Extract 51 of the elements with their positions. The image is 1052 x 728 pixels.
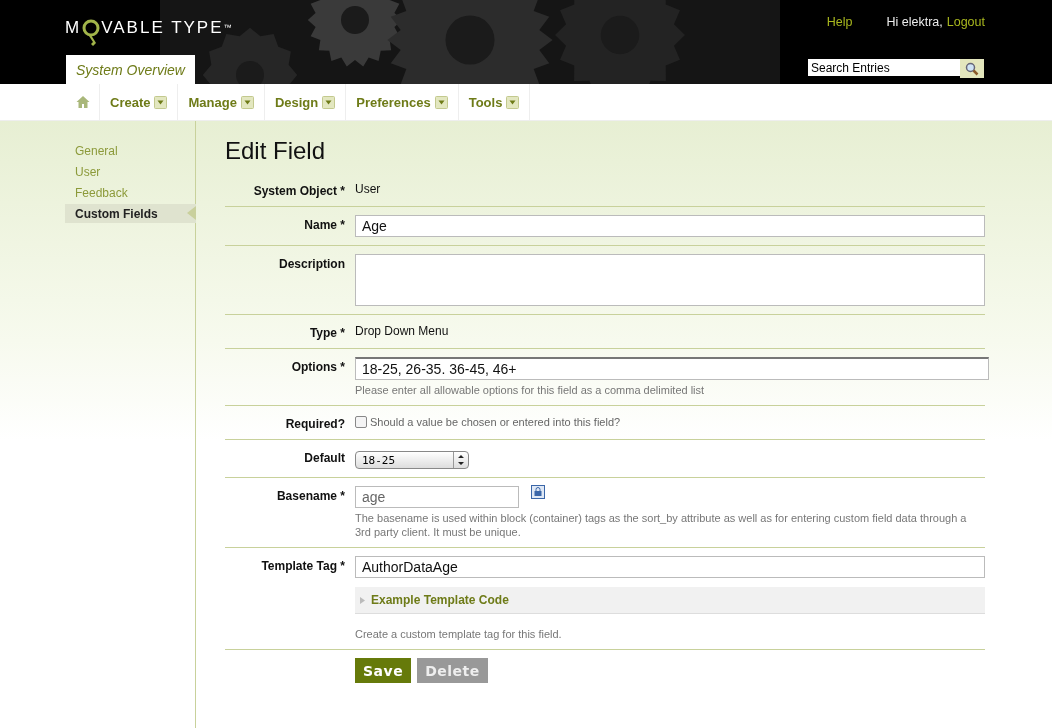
field-label: System Object *	[252, 183, 345, 198]
logo-text: M	[65, 18, 82, 38]
dropdown-icon[interactable]	[506, 95, 520, 109]
greeting-text: Hi elektra,	[886, 15, 943, 29]
basename-field[interactable]: age	[355, 486, 519, 508]
logout-link[interactable]: Logout	[946, 15, 985, 29]
field-value: User	[355, 181, 382, 196]
system-overview-tab[interactable]: System Overview	[66, 55, 195, 84]
trademark-sign: ™	[223, 22, 232, 34]
hint-text: Please enter all allowable options for this field as a comma delimited list	[355, 383, 706, 397]
search-button[interactable]	[960, 59, 984, 78]
text-field[interactable]: 18-25, 26-35. 36-45, 46+	[355, 357, 989, 380]
help-link[interactable]: Help	[826, 15, 853, 29]
field-label: Template Tag *	[260, 558, 345, 575]
nav-menu[interactable]: Design	[264, 84, 347, 120]
checkbox-label: Should a value be chosen or entered into this field?	[370, 416, 621, 428]
field-label: Type *	[308, 325, 345, 340]
field-label: Default	[303, 450, 345, 467]
example-code-expander[interactable]: Example Template Code	[355, 587, 985, 614]
nav-menu[interactable]: Tools	[458, 84, 531, 120]
hint-text: The basename is used within block (container) tags as the sort_by attribute as well as for entering custom field data through a 3rd party client. It must be unique.	[355, 511, 968, 539]
nav-menu[interactable]: Preferences	[346, 84, 459, 120]
save-button[interactable]: Save	[355, 658, 412, 683]
logo-text: VABLE TYPE	[101, 18, 224, 38]
triangle-icon	[359, 596, 366, 604]
text-field[interactable]: Age	[355, 215, 985, 237]
nav-menu[interactable]: Manage	[178, 84, 265, 120]
sidebar-item[interactable]: Feedback	[65, 183, 195, 202]
sidebar-item[interactable]: Custom Fields	[65, 204, 196, 223]
field-label: Name *	[303, 217, 345, 234]
field-value: Drop Down Menu	[355, 323, 450, 338]
default-select[interactable]: 18-25	[355, 451, 469, 469]
field-label: Options *	[290, 359, 345, 376]
hint-text: Create a custom template tag for this field.	[355, 627, 563, 641]
lock-icon[interactable]	[531, 485, 545, 499]
field-label: Description	[278, 256, 345, 273]
dropdown-icon[interactable]	[240, 95, 254, 109]
nav-menu[interactable]: Create	[100, 84, 179, 120]
search-field[interactable]: Search Entries	[808, 59, 960, 76]
checkbox[interactable]	[355, 416, 367, 428]
dropdown-icon[interactable]	[434, 95, 448, 109]
template-tag-field[interactable]: AuthorDataAge	[355, 556, 985, 578]
dropdown-icon[interactable]	[154, 95, 168, 109]
wrench-icon	[82, 19, 101, 47]
field-label: Required?	[284, 416, 345, 431]
sidebar-item[interactable]: General	[65, 141, 195, 160]
field-label: Basename *	[275, 488, 345, 505]
description-field[interactable]	[355, 254, 985, 306]
sidebar-item[interactable]: User	[65, 162, 195, 181]
dropdown-icon[interactable]	[322, 95, 336, 109]
page-title: Edit Field	[225, 137, 327, 165]
